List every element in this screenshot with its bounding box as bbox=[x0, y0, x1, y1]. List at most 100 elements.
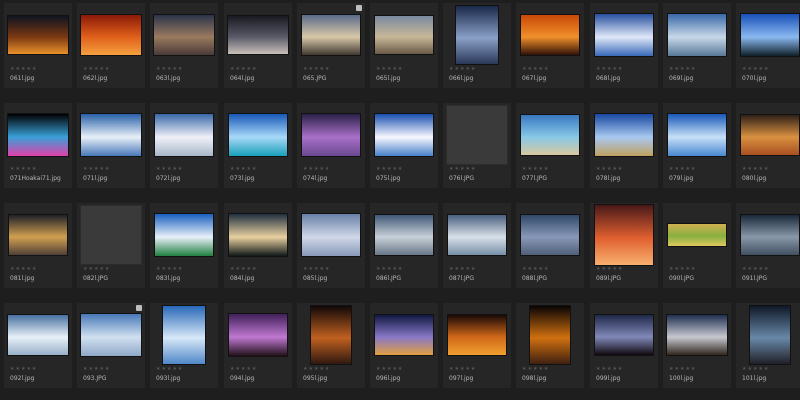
thumbnail-item[interactable]: ★★★★★ 100l.jpg bbox=[663, 303, 731, 388]
thumbnail-image[interactable] bbox=[81, 114, 141, 156]
thumbnail-item[interactable]: ★★★★★ 072l.jpg bbox=[150, 103, 218, 188]
thumbnail-image[interactable] bbox=[521, 115, 579, 155]
rating-stars[interactable]: ★★★★★ bbox=[230, 266, 257, 272]
rating-stars[interactable]: ★★★★★ bbox=[156, 66, 183, 72]
rating-stars[interactable]: ★★★★★ bbox=[742, 66, 769, 72]
thumbnail-image[interactable] bbox=[521, 215, 579, 255]
rating-stars[interactable]: ★★★★★ bbox=[303, 166, 330, 172]
thumbnail-item[interactable]: ★★★★★ 084l.jpg bbox=[224, 203, 292, 288]
rating-stars[interactable]: ★★★★★ bbox=[742, 166, 769, 172]
thumbnail-item[interactable]: ★★★★★ 076l.JPG bbox=[443, 103, 511, 188]
rating-stars[interactable]: ★★★★★ bbox=[669, 66, 696, 72]
thumbnail-image[interactable] bbox=[154, 15, 214, 55]
rating-stars[interactable]: ★★★★★ bbox=[596, 166, 623, 172]
thumbnail-item[interactable]: ★★★★★ 073l.jpg bbox=[224, 103, 292, 188]
rating-stars[interactable]: ★★★★★ bbox=[303, 366, 330, 372]
rating-stars[interactable]: ★★★★★ bbox=[10, 266, 37, 272]
thumbnail-item[interactable]: ★★★★★ 071l.jpg bbox=[77, 103, 145, 188]
thumbnail-item[interactable]: ★★★★★ 077l.JPG bbox=[516, 103, 584, 188]
thumbnail-item[interactable]: ★★★★★ 091l.JPG bbox=[736, 203, 800, 288]
thumbnail-item[interactable]: ★★★★★ 086l.JPG bbox=[370, 203, 438, 288]
thumbnail-image[interactable] bbox=[302, 15, 360, 55]
thumbnail-item[interactable]: ★★★★★ 064l.jpg bbox=[224, 3, 292, 88]
thumbnail-item[interactable]: ★★★★★ 087l.JPG bbox=[443, 203, 511, 288]
thumbnail-placeholder[interactable] bbox=[447, 106, 507, 164]
thumbnail-item[interactable]: ★★★★★ 094l.jpg bbox=[224, 303, 292, 388]
rating-stars[interactable]: ★★★★★ bbox=[376, 166, 403, 172]
thumbnail-image[interactable] bbox=[9, 215, 67, 255]
thumbnail-item[interactable]: ★★★★★ 062l.jpg bbox=[77, 3, 145, 88]
thumbnail-image[interactable] bbox=[741, 115, 799, 155]
rating-stars[interactable]: ★★★★★ bbox=[230, 166, 257, 172]
thumbnail-item[interactable]: ★★★★★ 065l.jpg bbox=[370, 3, 438, 88]
thumbnail-item[interactable]: ★★★★★ 071Hoakai71.jpg bbox=[4, 103, 72, 188]
thumbnail-item[interactable]: ★★★★★ 096l.jpg bbox=[370, 303, 438, 388]
thumbnail-image[interactable] bbox=[8, 315, 68, 355]
thumbnail-item[interactable]: ★★★★★ 065.JPG bbox=[297, 3, 365, 88]
rating-stars[interactable]: ★★★★★ bbox=[596, 266, 623, 272]
thumbnail-image[interactable] bbox=[667, 315, 727, 355]
rating-stars[interactable]: ★★★★★ bbox=[596, 66, 623, 72]
rating-stars[interactable]: ★★★★★ bbox=[742, 366, 769, 372]
thumbnail-image[interactable] bbox=[163, 306, 205, 364]
thumbnail-image[interactable] bbox=[229, 214, 287, 256]
thumbnail-image[interactable] bbox=[155, 114, 213, 156]
thumbnail-image[interactable] bbox=[8, 114, 68, 156]
thumbnail-item[interactable]: ★★★★★ 066l.jpg bbox=[443, 3, 511, 88]
thumbnail-image[interactable] bbox=[448, 215, 506, 255]
thumbnail-image[interactable] bbox=[668, 224, 726, 246]
rating-stars[interactable]: ★★★★★ bbox=[522, 166, 549, 172]
thumbnail-item[interactable]: ★★★★★ 090l.JPG bbox=[663, 203, 731, 288]
rating-stars[interactable]: ★★★★★ bbox=[449, 166, 476, 172]
thumbnail-item[interactable]: ★★★★★ 097l.jpg bbox=[443, 303, 511, 388]
thumbnail-item[interactable]: ★★★★★ 092l.jpg bbox=[4, 303, 72, 388]
rating-stars[interactable]: ★★★★★ bbox=[522, 366, 549, 372]
rating-stars[interactable]: ★★★★★ bbox=[83, 266, 110, 272]
thumbnail-item[interactable]: ★★★★★ 081l.jpg bbox=[4, 203, 72, 288]
thumbnail-item[interactable]: ★★★★★ 089l.JPG bbox=[590, 203, 658, 288]
thumbnail-image[interactable] bbox=[448, 315, 506, 355]
thumbnail-image[interactable] bbox=[668, 14, 726, 56]
rating-stars[interactable]: ★★★★★ bbox=[449, 66, 476, 72]
rating-stars[interactable]: ★★★★★ bbox=[156, 266, 183, 272]
thumbnail-item[interactable]: ★★★★★ 074l.jpg bbox=[297, 103, 365, 188]
rating-stars[interactable]: ★★★★★ bbox=[522, 266, 549, 272]
rating-stars[interactable]: ★★★★★ bbox=[376, 366, 403, 372]
thumbnail-item[interactable]: ★★★★★ 061l.jpg bbox=[4, 3, 72, 88]
thumbnail-image[interactable] bbox=[302, 214, 360, 256]
thumbnail-item[interactable]: ★★★★★ 079l.jpg bbox=[663, 103, 731, 188]
rating-stars[interactable]: ★★★★★ bbox=[669, 166, 696, 172]
thumbnail-image[interactable] bbox=[375, 16, 433, 54]
thumbnail-image[interactable] bbox=[595, 205, 653, 265]
rating-stars[interactable]: ★★★★★ bbox=[669, 266, 696, 272]
thumbnail-image[interactable] bbox=[456, 6, 498, 64]
rating-stars[interactable]: ★★★★★ bbox=[596, 366, 623, 372]
rating-stars[interactable]: ★★★★★ bbox=[376, 266, 403, 272]
thumbnail-image[interactable] bbox=[750, 306, 790, 364]
rating-stars[interactable]: ★★★★★ bbox=[10, 366, 37, 372]
thumbnail-image[interactable] bbox=[741, 14, 799, 56]
thumbnail-image[interactable] bbox=[155, 214, 213, 256]
rating-stars[interactable]: ★★★★★ bbox=[449, 366, 476, 372]
thumbnail-image[interactable] bbox=[595, 114, 653, 156]
thumbnail-item[interactable]: ★★★★★ 085l.jpg bbox=[297, 203, 365, 288]
thumbnail-image[interactable] bbox=[81, 314, 141, 356]
thumbnail-item[interactable]: ★★★★★ 099l.jpg bbox=[590, 303, 658, 388]
rating-stars[interactable]: ★★★★★ bbox=[522, 66, 549, 72]
thumbnail-image[interactable] bbox=[229, 114, 287, 156]
thumbnail-image[interactable] bbox=[228, 16, 288, 54]
thumbnail-item[interactable]: ★★★★★ 075l.jpg bbox=[370, 103, 438, 188]
thumbnail-image[interactable] bbox=[311, 306, 351, 364]
rating-stars[interactable]: ★★★★★ bbox=[376, 66, 403, 72]
thumbnail-item[interactable]: ★★★★★ 063l.jpg bbox=[150, 3, 218, 88]
thumbnail-item[interactable]: ★★★★★ 095l.jpg bbox=[297, 303, 365, 388]
thumbnail-image[interactable] bbox=[81, 15, 141, 55]
thumbnail-placeholder[interactable] bbox=[81, 206, 141, 264]
thumbnail-item[interactable]: ★★★★★ 067l.jpg bbox=[516, 3, 584, 88]
rating-stars[interactable]: ★★★★★ bbox=[230, 366, 257, 372]
thumbnail-item[interactable]: ★★★★★ 093l.jpg bbox=[150, 303, 218, 388]
thumbnail-item[interactable]: ★★★★★ 078l.jpg bbox=[590, 103, 658, 188]
rating-stars[interactable]: ★★★★★ bbox=[303, 66, 330, 72]
thumbnail-image[interactable] bbox=[8, 16, 68, 54]
rating-stars[interactable]: ★★★★★ bbox=[156, 166, 183, 172]
